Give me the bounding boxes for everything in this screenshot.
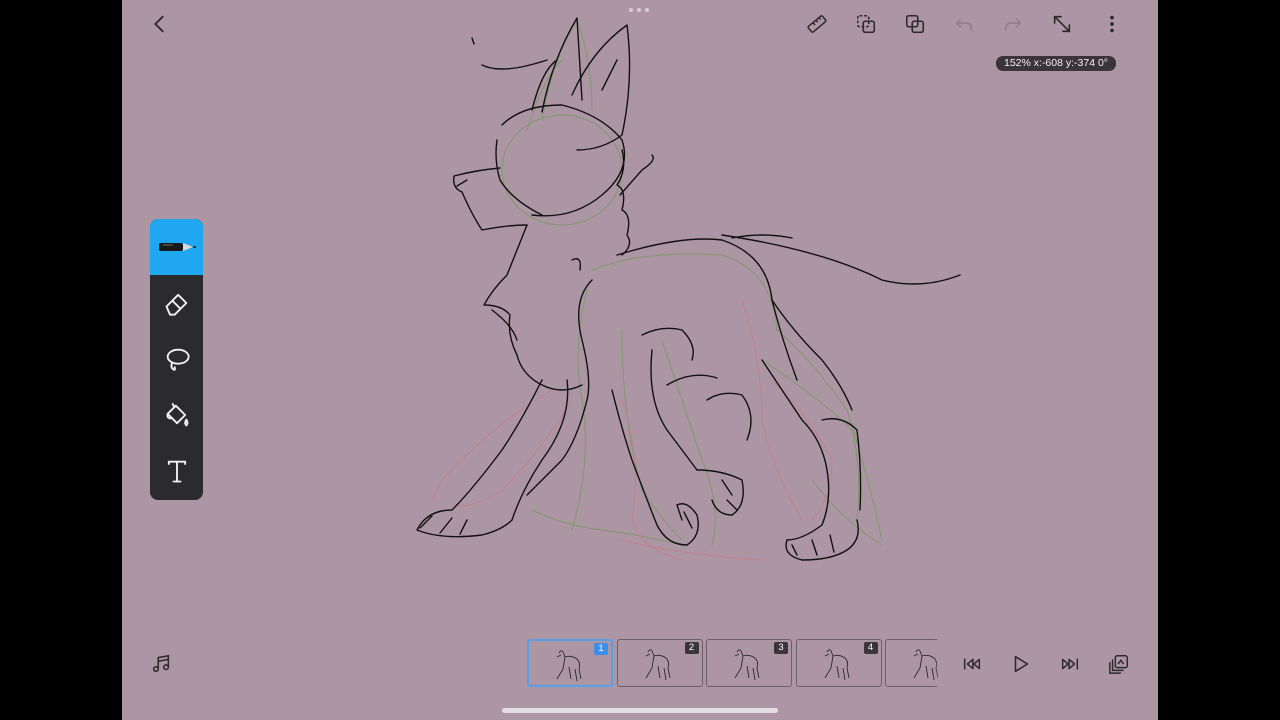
redo-button[interactable] <box>998 9 1028 39</box>
timeline-frame[interactable]: 1 <box>527 639 613 687</box>
more-button[interactable] <box>1097 9 1127 39</box>
text-tool-button[interactable] <box>150 443 203 499</box>
fill-tool-button[interactable] <box>150 387 203 443</box>
drawing-screen: 152% x:-608 y:-374 0° 1 2 3 4 <box>122 0 1158 720</box>
timeline-frame[interactable] <box>885 639 938 687</box>
frame-number: 2 <box>684 642 699 654</box>
layers-button[interactable] <box>851 9 881 39</box>
sketch-strokes <box>416 17 961 561</box>
lasso-tool-button[interactable] <box>150 331 203 387</box>
expand-arrows-icon <box>1053 15 1071 33</box>
pen-icon <box>158 243 196 251</box>
eraser-icon <box>165 293 187 316</box>
frame-number: 3 <box>774 642 788 654</box>
onion-skin-button[interactable] <box>1104 649 1134 679</box>
ruler-icon <box>807 15 827 33</box>
ruler-button[interactable] <box>802 9 832 39</box>
frame-number: 1 <box>594 643 608 655</box>
more-vertical-icon <box>1110 15 1114 33</box>
onion-skin-previous <box>431 299 833 561</box>
skip-to-end-button[interactable] <box>1055 649 1085 679</box>
onion-skin-icon <box>1109 655 1128 674</box>
music-note-icon <box>152 654 170 673</box>
chevron-left-icon <box>154 15 164 33</box>
pen-tool-button[interactable] <box>150 219 203 275</box>
frame-thumbnail <box>645 649 670 681</box>
skip-end-icon <box>1061 658 1079 670</box>
expand-button[interactable] <box>1047 9 1077 39</box>
frame-strip-fade <box>934 638 944 690</box>
back-button[interactable] <box>145 9 175 39</box>
drawing-canvas[interactable] <box>122 0 1158 720</box>
eraser-tool-button[interactable] <box>150 275 203 331</box>
skip-start-icon <box>963 658 981 670</box>
frame-strip: 1 2 3 4 <box>526 638 938 690</box>
audio-button[interactable] <box>146 649 176 679</box>
timeline-frame[interactable]: 2 <box>616 639 703 687</box>
home-indicator[interactable] <box>502 708 778 713</box>
skip-to-start-button[interactable] <box>957 649 987 679</box>
onion-skin-next <box>501 19 883 546</box>
redo-icon <box>1004 18 1022 32</box>
undo-icon <box>955 18 973 32</box>
duplicate-icon <box>905 14 925 34</box>
duplicate-button[interactable] <box>900 9 930 39</box>
zoom-position-readout: 152% x:-608 y:-374 0° <box>996 56 1117 71</box>
undo-button[interactable] <box>949 9 979 39</box>
paint-bucket-icon <box>166 402 188 427</box>
lasso-icon <box>166 348 190 371</box>
timeline-frame[interactable]: 4 <box>795 639 882 687</box>
timeline-frame[interactable]: 3 <box>706 639 792 687</box>
text-icon <box>167 460 186 483</box>
play-button[interactable] <box>1006 649 1036 679</box>
play-icon <box>1014 655 1029 673</box>
layers-icon <box>856 14 876 34</box>
frame-thumbnail <box>734 649 760 681</box>
drag-handle[interactable] <box>629 8 651 14</box>
tool-palette <box>150 219 203 500</box>
frame-number: 4 <box>863 642 878 654</box>
frame-thumbnail <box>824 649 849 681</box>
frame-thumbnail <box>556 650 582 682</box>
